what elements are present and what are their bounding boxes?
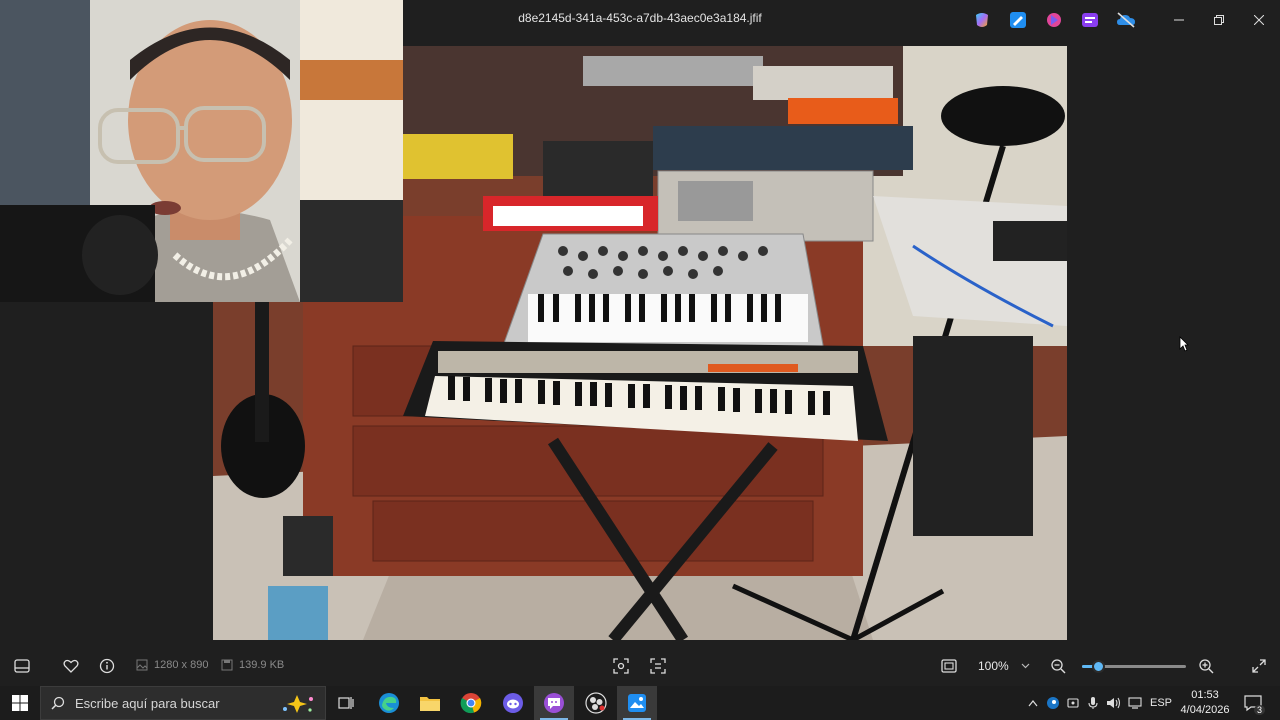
- microphone-icon[interactable]: [1086, 696, 1100, 710]
- text-scan-icon[interactable]: [648, 656, 668, 676]
- title-app-shortcuts: [972, 10, 1136, 30]
- notification-center-button[interactable]: 3: [1243, 693, 1265, 715]
- fit-to-window-icon[interactable]: [939, 656, 959, 676]
- taskbar-obs[interactable]: [576, 686, 616, 720]
- restore-button[interactable]: [1199, 0, 1239, 40]
- zoom-dropdown[interactable]: 100%: [968, 654, 1034, 678]
- edge-icon: [379, 693, 399, 713]
- copilot-icon[interactable]: [972, 10, 992, 30]
- discord-icon: [503, 693, 523, 713]
- taskbar-twitch[interactable]: [534, 686, 574, 720]
- search-highlight-sparkle-icon: [283, 695, 313, 713]
- chrome-icon: [460, 693, 482, 714]
- bottom-toolbar: 1280 x 890 139.9 KB 100%: [0, 646, 1280, 686]
- chat-app-icon: [544, 693, 564, 713]
- zoom-slider-thumb[interactable]: [1092, 660, 1105, 673]
- taskbar-clock[interactable]: 01:53 4/04/2026: [1175, 688, 1235, 718]
- clipchamp-icon[interactable]: [1080, 10, 1100, 30]
- taskbar-edge[interactable]: [369, 686, 409, 720]
- designer-icon[interactable]: [1044, 10, 1064, 30]
- zoom-slider[interactable]: [1082, 660, 1186, 673]
- notification-badge: 3: [1253, 705, 1265, 715]
- search-placeholder: Escribe aquí para buscar: [75, 695, 220, 711]
- close-button[interactable]: [1239, 0, 1279, 40]
- onedrive-icon[interactable]: [1116, 10, 1136, 30]
- file-size-text: 139.9 KB: [239, 659, 285, 671]
- heart-icon[interactable]: [61, 656, 81, 676]
- file-size: 139.9 KB: [221, 659, 284, 671]
- visual-search-icon[interactable]: [611, 656, 631, 676]
- windows-logo-icon: [12, 695, 28, 711]
- image-icon: [136, 659, 148, 671]
- taskbar-photos[interactable]: [617, 686, 657, 720]
- task-view-button[interactable]: [326, 686, 366, 720]
- filmstrip-icon[interactable]: [12, 656, 32, 676]
- obs-icon: [585, 692, 607, 714]
- clock-date: 4/04/2026: [1180, 704, 1230, 716]
- network-drive-icon[interactable]: [1066, 696, 1080, 710]
- disk-icon: [221, 659, 233, 671]
- steam-tray-icon[interactable]: [1046, 696, 1060, 710]
- zoom-out-icon[interactable]: [1048, 656, 1068, 676]
- photos-app-window: d8e2145d-341a-453c-a7db-43aec0e3a184.jfi…: [0, 0, 1280, 686]
- zoom-value: 100%: [978, 659, 1009, 673]
- minimize-button[interactable]: [1159, 0, 1199, 40]
- webcam-overlay: [0, 0, 403, 302]
- chevron-down-icon: [1021, 663, 1030, 669]
- photos-edit-icon[interactable]: [1008, 10, 1028, 30]
- person-with-headphones-illustration: [0, 0, 403, 302]
- volume-icon[interactable]: [1106, 696, 1122, 710]
- chevron-up-icon[interactable]: [1028, 699, 1038, 707]
- windows-taskbar: Escribe aquí para buscar ESP 01:53 4/04/…: [0, 686, 1280, 720]
- info-icon[interactable]: [97, 656, 117, 676]
- start-button[interactable]: [0, 686, 40, 720]
- ethernet-icon[interactable]: [1128, 696, 1142, 710]
- mouse-cursor: [1179, 336, 1189, 357]
- folder-icon: [420, 697, 440, 711]
- system-tray: ESP: [1028, 686, 1172, 720]
- image-dimensions: 1280 x 890: [136, 659, 208, 671]
- taskbar-discord[interactable]: [493, 686, 533, 720]
- clock-time: 01:53: [1191, 689, 1219, 701]
- taskbar-file-explorer[interactable]: [410, 686, 450, 720]
- taskbar-search[interactable]: Escribe aquí para buscar: [40, 686, 326, 720]
- search-icon: [51, 696, 65, 710]
- task-view-icon: [338, 697, 354, 709]
- zoom-in-icon[interactable]: [1196, 656, 1216, 676]
- language-indicator[interactable]: ESP: [1150, 697, 1172, 709]
- fullscreen-icon[interactable]: [1249, 656, 1269, 676]
- taskbar-chrome[interactable]: [451, 686, 491, 720]
- dimensions-text: 1280 x 890: [154, 659, 209, 671]
- photos-icon: [628, 694, 646, 712]
